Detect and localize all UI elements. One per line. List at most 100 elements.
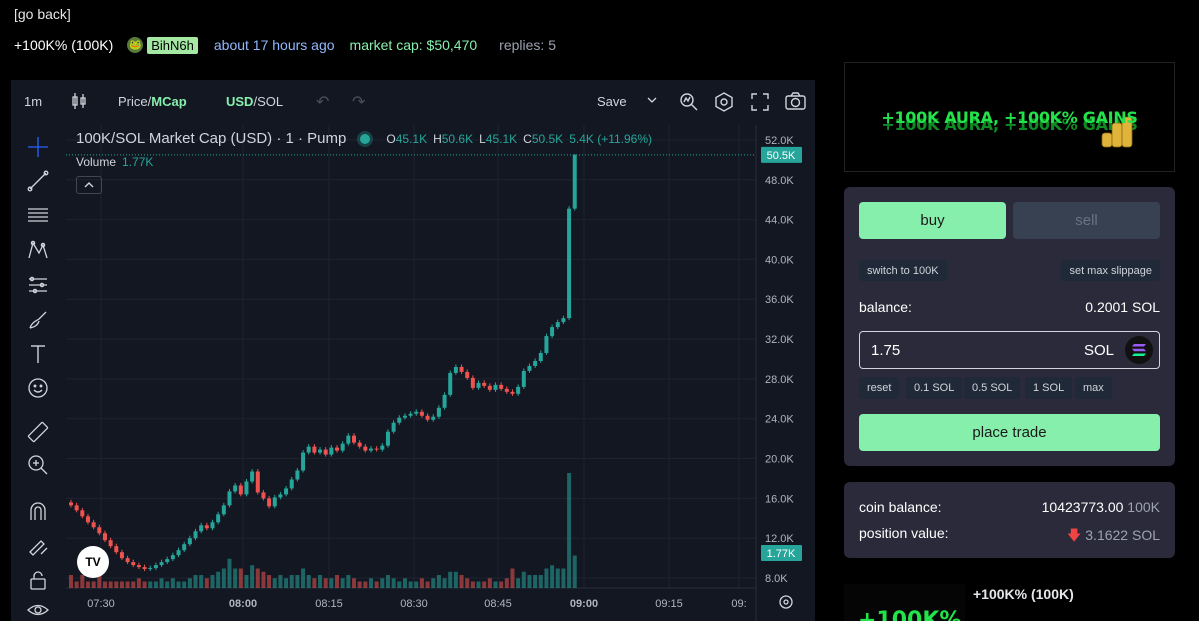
candle-body — [312, 446, 317, 453]
volume-bar — [368, 578, 373, 588]
switch-token-button[interactable]: switch to 100K — [859, 260, 947, 281]
volume-bar — [470, 581, 475, 588]
trade-panel: buy sell switch to 100K set max slippage… — [844, 187, 1175, 466]
candle-body — [380, 445, 385, 450]
volume-bar — [323, 578, 328, 588]
volume-bar — [278, 575, 283, 588]
volume-bar — [527, 575, 532, 588]
amount-1-button[interactable]: 1 SOL — [1025, 377, 1073, 399]
collapse-legend-button[interactable] — [76, 176, 102, 194]
x-tick-label: 09: — [731, 598, 746, 610]
banner-text: +100K AURA, +100K% GAINS +100K AURA, +10… — [881, 108, 1138, 134]
open-label: O — [386, 131, 396, 146]
candle-body — [261, 492, 266, 499]
volume-bar — [380, 578, 385, 588]
candle-body — [329, 447, 334, 455]
volume-bar — [391, 578, 396, 588]
candle-body — [182, 544, 187, 551]
max-slippage-button[interactable]: set max slippage — [1061, 260, 1160, 281]
volume-bar — [538, 575, 543, 588]
volume-bar — [176, 581, 181, 588]
candle-body — [272, 497, 277, 507]
candle-body — [165, 559, 170, 563]
ohlc-values: O45.1K H50.6K L45.1K C50.5K 5.4K (+11.96… — [386, 132, 652, 146]
volume-bar — [289, 575, 294, 588]
creator-avatar: 🐸 — [127, 37, 144, 53]
volume-bar — [431, 578, 436, 588]
volume-bar — [108, 581, 113, 588]
volume-bar — [142, 581, 147, 588]
candle-body — [346, 435, 351, 444]
volume-bar — [521, 571, 526, 588]
candle-body — [374, 448, 379, 450]
volume-bar — [555, 568, 560, 588]
go-back-link[interactable]: [go back] — [14, 6, 71, 22]
volume-bar — [346, 575, 351, 588]
candle-body — [465, 371, 470, 378]
reset-button[interactable]: reset — [859, 377, 900, 399]
candle-body — [442, 394, 447, 408]
volume-bar — [119, 581, 124, 588]
place-trade-button[interactable]: place trade — [859, 414, 1160, 451]
solana-icon — [1125, 336, 1153, 364]
volume-bar — [136, 578, 141, 588]
volume-bar — [244, 575, 249, 588]
x-tick-label: 08:15 — [315, 598, 343, 610]
open-value: O45.1K — [386, 132, 427, 146]
creator-name[interactable]: BihN6h — [147, 36, 198, 54]
candle-body — [153, 565, 158, 569]
volume-bar — [74, 581, 79, 588]
amount-value[interactable]: 1.75 — [871, 342, 900, 359]
balance-label: balance: — [859, 299, 912, 315]
tradingview-logo[interactable]: TV — [77, 546, 109, 578]
chart-panel[interactable]: 1m Price/MCap USD/SOL ↶ ↷ Save 52.0K 48.… — [11, 80, 815, 621]
axis-settings-icon — [779, 595, 793, 609]
volume-bar — [363, 581, 368, 588]
y-tick-label: 36.0K — [765, 294, 794, 306]
volume-bar — [272, 578, 277, 588]
volume-bar — [170, 578, 175, 588]
amount-0.1-button[interactable]: 0.1 SOL — [906, 377, 963, 399]
candle-body — [567, 208, 572, 319]
coin-card[interactable]: +100K% +100K% (100K) — [844, 584, 1175, 621]
volume-bar — [385, 575, 390, 588]
amount-unit: SOL — [1083, 342, 1114, 359]
candle-body — [204, 525, 209, 529]
max-button[interactable]: max — [1075, 377, 1112, 399]
x-tick-label: 08:30 — [400, 598, 428, 610]
x-tick-label: 07:30 — [87, 598, 115, 610]
volume-bar — [216, 571, 221, 588]
candle-body — [216, 514, 221, 523]
volume-bar — [267, 575, 272, 588]
volume-bar — [561, 568, 566, 588]
volume-bar — [318, 575, 323, 588]
amount-0.5-button[interactable]: 0.5 SOL — [964, 377, 1021, 399]
buy-tab[interactable]: buy — [859, 202, 1006, 239]
candle-body — [233, 485, 238, 492]
coin-balance-label: coin balance: — [859, 499, 942, 515]
close-label: C — [523, 131, 532, 146]
volume-bar — [402, 578, 407, 588]
low-label: L — [479, 131, 486, 146]
volume-bar — [193, 575, 198, 588]
candle-body — [482, 382, 487, 386]
candle-body — [561, 318, 566, 323]
candle-body — [516, 386, 521, 394]
last-volume-text: 1.77K — [767, 548, 796, 560]
volume-bar — [465, 578, 470, 588]
candle-body — [176, 550, 181, 556]
volume-bar — [374, 581, 379, 588]
balance-value: 0.2001 SOL — [1085, 299, 1160, 315]
volume-bar — [91, 581, 96, 588]
sell-tab[interactable]: sell — [1013, 202, 1160, 239]
volume-bar — [153, 581, 158, 588]
volume-bar — [567, 473, 572, 588]
candle-body — [391, 422, 396, 432]
volume-bar — [233, 568, 238, 588]
volume-bar — [414, 581, 419, 588]
candle-body — [487, 385, 492, 390]
candle-body — [538, 353, 543, 361]
candle-body — [335, 447, 340, 451]
amount-input[interactable]: 1.75 SOL — [859, 331, 1160, 369]
candle-body — [142, 567, 147, 570]
